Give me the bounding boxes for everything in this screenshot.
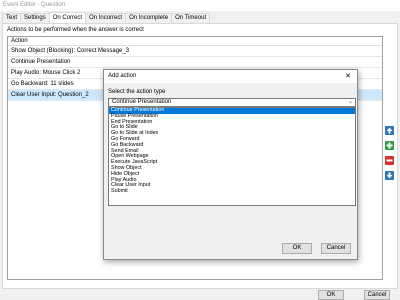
tab-on-incorrect[interactable]: On Incorrect <box>85 13 127 23</box>
add-action-dialog: Add action ✕ Select the action type Cont… <box>103 69 358 260</box>
minus-icon <box>385 156 394 165</box>
plus-icon <box>385 141 394 150</box>
cancel-button[interactable]: Cancel <box>364 290 390 300</box>
action-type-label: Select the action type <box>108 89 166 95</box>
close-icon[interactable]: ✕ <box>343 70 353 83</box>
window-title: Event Editor - Question <box>0 0 400 11</box>
dialog-titlebar: Add action ✕ <box>104 70 357 83</box>
dialog-title: Add action <box>108 73 137 79</box>
remove-action-button[interactable] <box>385 156 394 165</box>
dialog-ok-button[interactable]: OK <box>282 243 312 254</box>
action-type-selected-value: Continue Presentation <box>112 99 172 105</box>
tab-on-incomplete[interactable]: On Incomplete <box>125 13 173 23</box>
move-up-button[interactable] <box>385 126 394 135</box>
action-type-select[interactable]: Continue Presentation ⌄ <box>108 98 356 107</box>
tab-text[interactable]: Text <box>2 13 22 23</box>
tab-bar: Text Settings On Correct On Incorrect On… <box>2 12 211 23</box>
tab-on-correct[interactable]: On Correct <box>48 12 87 23</box>
chevron-down-icon: ⌄ <box>347 99 353 105</box>
move-down-button[interactable] <box>385 171 394 180</box>
ok-button[interactable]: OK <box>318 290 344 300</box>
table-row[interactable]: Continue Presentation <box>8 57 382 68</box>
action-type-options-list: Continue Presentation Pause Presentation… <box>108 107 356 206</box>
option-submit[interactable]: Submit <box>109 188 355 195</box>
add-action-button[interactable] <box>385 141 394 150</box>
column-header-action[interactable]: Action <box>8 37 382 46</box>
tab-on-timeout[interactable]: On Timeout <box>171 13 211 23</box>
table-row[interactable]: Show Object (Blocking): Correct Message_… <box>8 46 382 57</box>
arrow-down-icon <box>385 171 394 180</box>
arrow-up-icon <box>385 126 394 135</box>
dialog-cancel-button[interactable]: Cancel <box>321 243 351 254</box>
tab-settings[interactable]: Settings <box>20 13 50 23</box>
section-label: Actions to be performed when the answer … <box>7 27 144 33</box>
